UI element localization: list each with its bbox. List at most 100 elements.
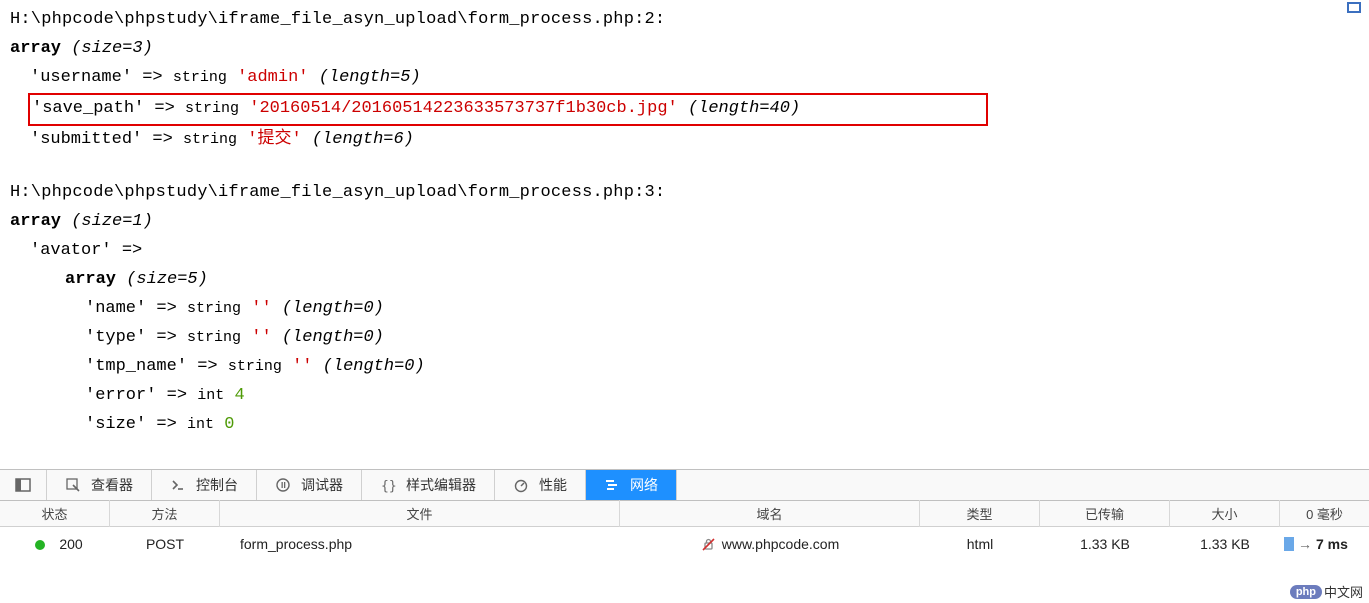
string-value: '' bbox=[251, 299, 271, 318]
string-value: '20160514/20160514223633573737f1b30cb.jp… bbox=[249, 99, 677, 118]
devtools-tab-bar: 查看器 控制台 调试器 {} 样式编辑器 性能 网络 bbox=[0, 469, 1369, 501]
arrow: => bbox=[156, 299, 176, 318]
length-label: (length=40) bbox=[688, 99, 800, 118]
watermark-text: 中文网 bbox=[1324, 582, 1363, 601]
string-value: '' bbox=[251, 328, 271, 347]
insecure-icon bbox=[701, 537, 716, 552]
console-icon bbox=[170, 477, 186, 493]
key: 'tmp_name' bbox=[85, 357, 187, 376]
highlighted-save-path-row: 'save_path' => string '20160514/20160514… bbox=[28, 93, 988, 126]
tab-label: 网络 bbox=[630, 475, 658, 495]
tab-debugger[interactable]: 调试器 bbox=[257, 470, 362, 500]
watermark: php 中文网 bbox=[1290, 582, 1363, 601]
file-path-line-1: H:\phpcode\phpstudy\iframe_file_asyn_upl… bbox=[10, 6, 1363, 35]
timing-value: 7 ms bbox=[1316, 536, 1348, 552]
cell-size: 1.33 KB bbox=[1170, 536, 1280, 552]
arrow: => bbox=[154, 99, 174, 118]
type-label: string bbox=[173, 69, 227, 86]
tab-inspector[interactable]: 查看器 bbox=[47, 470, 152, 500]
col-header-domain[interactable]: 域名 bbox=[620, 500, 920, 527]
row-submitted: 'submitted' => string '提交' (length=6) bbox=[10, 126, 1363, 155]
tab-label: 性能 bbox=[539, 475, 567, 495]
domain-text: www.phpcode.com bbox=[722, 536, 840, 552]
cell-status: 200 bbox=[0, 536, 110, 552]
row-error: 'error' => int 4 bbox=[10, 382, 1363, 411]
php-badge-icon: php bbox=[1290, 585, 1322, 599]
style-editor-icon: {} bbox=[380, 477, 396, 493]
col-header-status[interactable]: 状态 bbox=[0, 500, 110, 527]
type-label: int bbox=[197, 387, 224, 404]
string-value: '提交' bbox=[247, 130, 301, 149]
cell-timeline: → 7 ms bbox=[1280, 536, 1369, 552]
row-avator: 'avator' => bbox=[10, 237, 1363, 266]
array-label: array bbox=[10, 39, 61, 58]
col-header-file[interactable]: 文件 bbox=[220, 500, 620, 527]
array-header-2: array (size=1) bbox=[10, 208, 1363, 237]
col-header-size[interactable]: 大小 bbox=[1170, 500, 1280, 527]
array-size: (size=1) bbox=[71, 212, 153, 231]
network-icon bbox=[604, 477, 620, 493]
key: 'error' bbox=[85, 386, 156, 405]
network-request-row[interactable]: 200 POST form_process.php www.phpcode.co… bbox=[0, 527, 1369, 561]
type-label: int bbox=[187, 416, 214, 433]
tab-label: 查看器 bbox=[91, 475, 133, 495]
performance-icon bbox=[513, 477, 529, 493]
col-header-method[interactable]: 方法 bbox=[110, 500, 220, 527]
status-ok-icon bbox=[35, 540, 45, 550]
box-hint-icon bbox=[1347, 2, 1361, 13]
arrow: => bbox=[156, 415, 176, 434]
debugger-icon bbox=[275, 477, 291, 493]
tab-label: 控制台 bbox=[196, 475, 238, 495]
row-size: 'size' => int 0 bbox=[10, 411, 1363, 440]
tab-network[interactable]: 网络 bbox=[586, 470, 677, 500]
cell-transferred: 1.33 KB bbox=[1040, 536, 1170, 552]
type-label: string bbox=[185, 100, 239, 117]
key: 'avator' bbox=[30, 241, 112, 260]
tab-label: 调试器 bbox=[301, 475, 343, 495]
key: 'name' bbox=[85, 299, 146, 318]
string-value: 'admin' bbox=[237, 68, 308, 87]
int-value: 0 bbox=[224, 415, 234, 434]
type-label: string bbox=[228, 358, 282, 375]
array-label: array bbox=[10, 212, 61, 231]
string-value: '' bbox=[292, 357, 312, 376]
inspector-icon bbox=[65, 477, 81, 493]
arrow: => bbox=[152, 130, 172, 149]
tab-performance[interactable]: 性能 bbox=[495, 470, 586, 500]
col-header-transferred[interactable]: 已传输 bbox=[1040, 500, 1170, 527]
devtools-toggle-button[interactable] bbox=[0, 470, 47, 500]
length-label: (length=0) bbox=[323, 357, 425, 376]
type-label: string bbox=[183, 131, 237, 148]
key: 'submitted' bbox=[30, 130, 142, 149]
arrow: => bbox=[122, 241, 142, 260]
row-tmp-name: 'tmp_name' => string '' (length=0) bbox=[10, 353, 1363, 382]
panel-toggle-icon bbox=[14, 476, 32, 494]
tab-label: 样式编辑器 bbox=[406, 475, 476, 495]
page-body-vardump: H:\phpcode\phpstudy\iframe_file_asyn_upl… bbox=[0, 0, 1369, 469]
int-value: 4 bbox=[234, 386, 244, 405]
window-top-hints bbox=[1347, 2, 1361, 13]
array-size: (size=3) bbox=[71, 39, 153, 58]
cell-domain: www.phpcode.com bbox=[620, 536, 920, 552]
key: 'username' bbox=[30, 68, 132, 87]
col-header-timeline[interactable]: 0 毫秒 bbox=[1280, 500, 1369, 527]
arrow: => bbox=[167, 386, 187, 405]
cell-type: html bbox=[920, 536, 1040, 552]
file-path-line-2: H:\phpcode\phpstudy\iframe_file_asyn_upl… bbox=[10, 179, 1363, 208]
array-size: (size=5) bbox=[126, 270, 208, 289]
col-header-type[interactable]: 类型 bbox=[920, 500, 1040, 527]
cell-method: POST bbox=[110, 536, 220, 552]
tab-style-editor[interactable]: {} 样式编辑器 bbox=[362, 470, 495, 500]
tab-console[interactable]: 控制台 bbox=[152, 470, 257, 500]
row-name: 'name' => string '' (length=0) bbox=[10, 295, 1363, 324]
network-table-header: 状态 方法 文件 域名 类型 已传输 大小 0 毫秒 bbox=[0, 501, 1369, 527]
arrow-icon: → bbox=[1298, 536, 1312, 552]
array-header-1: array (size=3) bbox=[10, 35, 1363, 64]
arrow: => bbox=[197, 357, 217, 376]
length-label: (length=0) bbox=[282, 299, 384, 318]
array-label: array bbox=[65, 270, 116, 289]
svg-text:{}: {} bbox=[381, 479, 396, 493]
row-username: 'username' => string 'admin' (length=5) bbox=[10, 64, 1363, 93]
type-label: string bbox=[187, 329, 241, 346]
row-type: 'type' => string '' (length=0) bbox=[10, 324, 1363, 353]
